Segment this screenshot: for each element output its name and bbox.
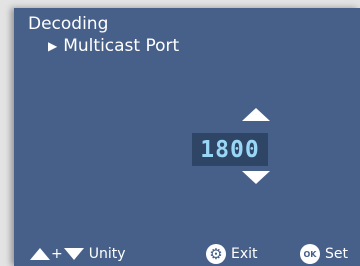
port-value-field[interactable]: 1800 [192,133,268,166]
button-hints-bar: + Unity ⚙ Exit OK Set [14,242,360,266]
play-triangle-icon: ▶ [48,39,58,53]
ok-icon: OK [300,244,320,264]
menu-subtitle-label: Multicast Port [63,36,180,56]
port-value: 1800 [200,136,260,163]
unity-label: Unity [88,246,126,262]
arrow-down-icon [63,248,84,260]
plus-sign: + [51,246,63,262]
unity-hint: + Unity [30,244,126,264]
exit-label: Exit [231,246,258,262]
gear-icon: ⚙ [206,244,226,264]
menu-subtitle: ▶ Multicast Port [48,36,179,56]
menu-screen: Decoding ▶ Multicast Port 1800 + Unity ⚙… [14,8,360,266]
exit-hint: ⚙ Exit [206,244,258,264]
set-hint: OK Set [300,244,348,264]
menu-title: Decoding [28,14,109,34]
set-label: Set [325,246,348,262]
arrow-down-icon[interactable] [242,171,270,184]
arrow-up-icon[interactable] [242,108,270,121]
device-frame: Decoding ▶ Multicast Port 1800 + Unity ⚙… [0,0,360,266]
arrow-up-icon [30,248,50,260]
